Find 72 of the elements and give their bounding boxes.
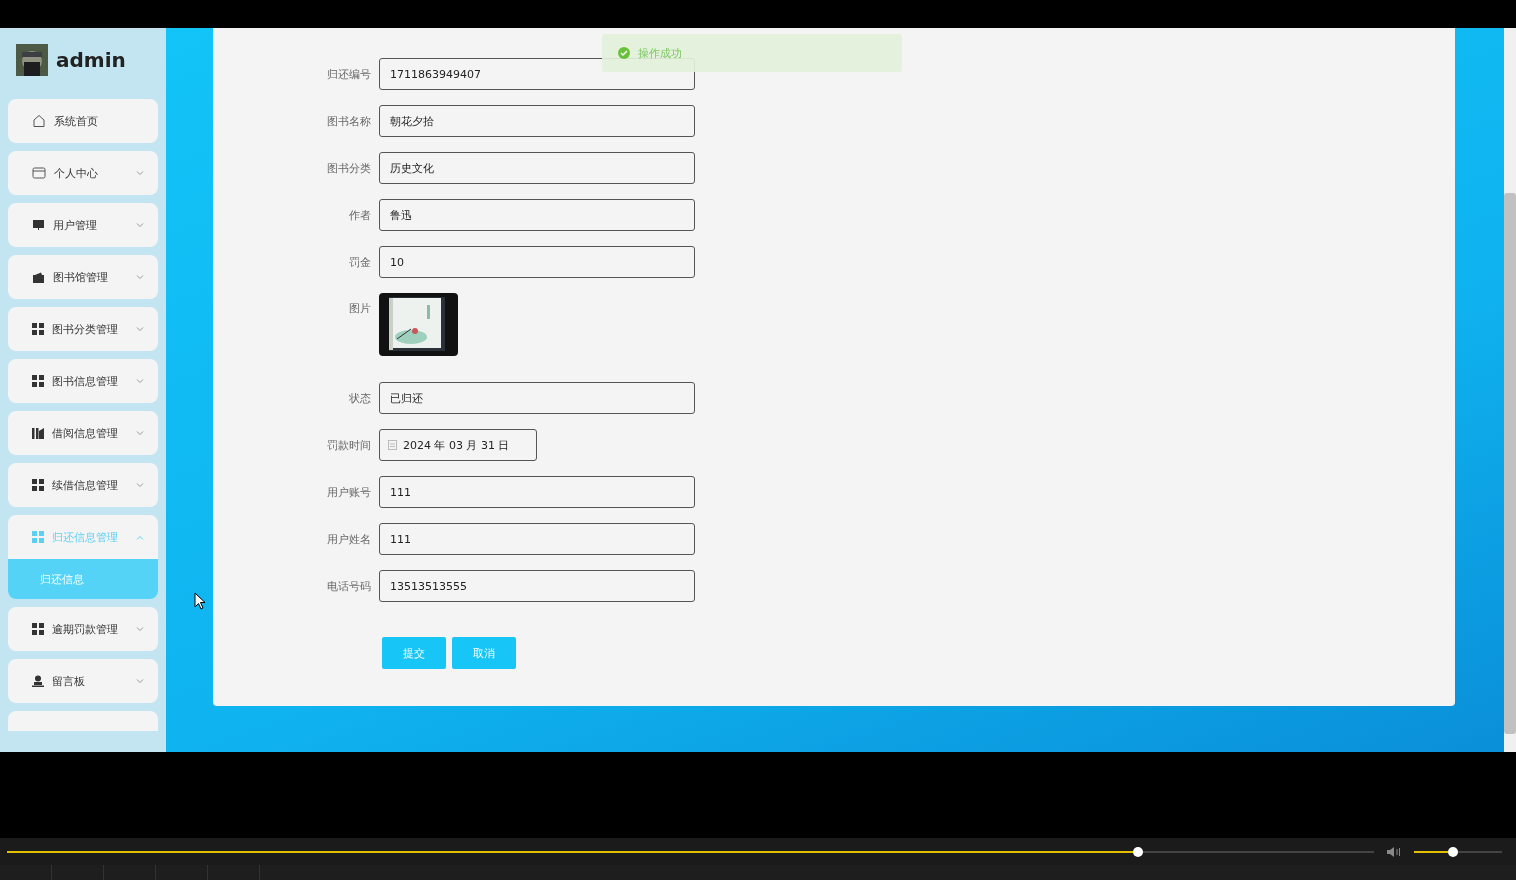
chevron-icon [136,378,144,384]
chevron-icon [136,274,144,280]
grid-icon [32,323,44,335]
menu-item[interactable]: 续借信息管理 [8,463,158,507]
field-label: 电话号码 [326,578,371,594]
menu-label: 系统首页 [54,113,99,129]
volume-thumb[interactable] [1447,846,1458,857]
menu-label: 图书信息管理 [52,373,119,389]
input-field[interactable]: 10 [379,246,695,278]
cursor-icon [194,592,205,610]
input-field[interactable]: 13513513555 [379,570,695,602]
menu-item[interactable]: 图书馆管理 [8,255,158,299]
home-icon [32,114,46,128]
monitor-icon [32,219,45,231]
check-icon [618,47,630,59]
grid-icon [32,479,44,491]
field-label: 用户账号 [326,484,371,500]
menu-label: 续借信息管理 [52,477,119,493]
calendar-icon [388,440,397,450]
input-field[interactable]: 朝花夕拾 [379,105,695,137]
chevron-icon [136,430,144,436]
field-label: 罚金 [348,254,371,270]
date-field[interactable]: 2024 年 03 月 31 日 [379,429,537,461]
chevron-icon [136,170,144,176]
menu-label: 图书馆管理 [53,269,109,285]
grid-icon [32,531,44,543]
card-icon [32,167,46,179]
menu-item[interactable]: 用户管理 [8,203,158,247]
chevron-icon [136,626,144,632]
menu-item[interactable]: 图书分类管理 [8,307,158,351]
chevron-icon [136,326,144,332]
field-label: 状态 [348,390,371,406]
field-label: 图片 [348,301,371,316]
menu-label: 用户管理 [53,217,98,233]
input-field[interactable]: 鲁迅 [379,199,695,231]
field-label: 罚款时间 [326,437,371,453]
input-field[interactable]: 已归还 [379,382,695,414]
field-label: 作者 [348,207,371,223]
grid-icon [32,375,44,387]
input-field[interactable]: 111 [379,476,695,508]
chevron-icon [136,678,144,684]
avatar [16,44,48,76]
menu-item[interactable]: 借阅信息管理 [8,411,158,455]
wallet-icon [32,271,45,283]
menu-item[interactable]: 系统首页 [8,99,158,143]
field-label: 图书名称 [326,113,371,129]
toast-message: 操作成功 [638,45,682,61]
chevron-icon [136,534,144,540]
input-field[interactable]: 历史文化 [379,152,695,184]
menu-item[interactable]: 图书信息管理 [8,359,158,403]
user-name: admin [56,48,126,72]
progress-thumb[interactable] [1132,846,1143,857]
menu-label: 归还信息管理 [52,529,119,545]
chevron-icon [136,222,144,228]
menu-item[interactable]: 留言板 [8,659,158,703]
menu-label: 个人中心 [54,165,99,181]
grid-icon [32,623,44,635]
menu-label: 图书分类管理 [52,321,119,337]
user-icon [32,675,44,687]
menu-item[interactable]: 逾期罚款管理 [8,607,158,651]
field-label: 用户姓名 [326,531,371,547]
input-field[interactable]: 111 [379,523,695,555]
books-icon [32,427,44,439]
menu-label: 借阅信息管理 [52,425,119,441]
field-label: 图书分类 [326,160,371,176]
menu-item[interactable]: 个人中心 [8,151,158,195]
speaker-icon[interactable] [1386,845,1402,858]
field-label: 归还编号 [326,66,371,82]
menu-label: 留言板 [52,673,86,689]
scrollbar[interactable] [1504,193,1516,734]
chevron-icon [136,482,144,488]
menu-label: 逾期罚款管理 [52,621,119,637]
